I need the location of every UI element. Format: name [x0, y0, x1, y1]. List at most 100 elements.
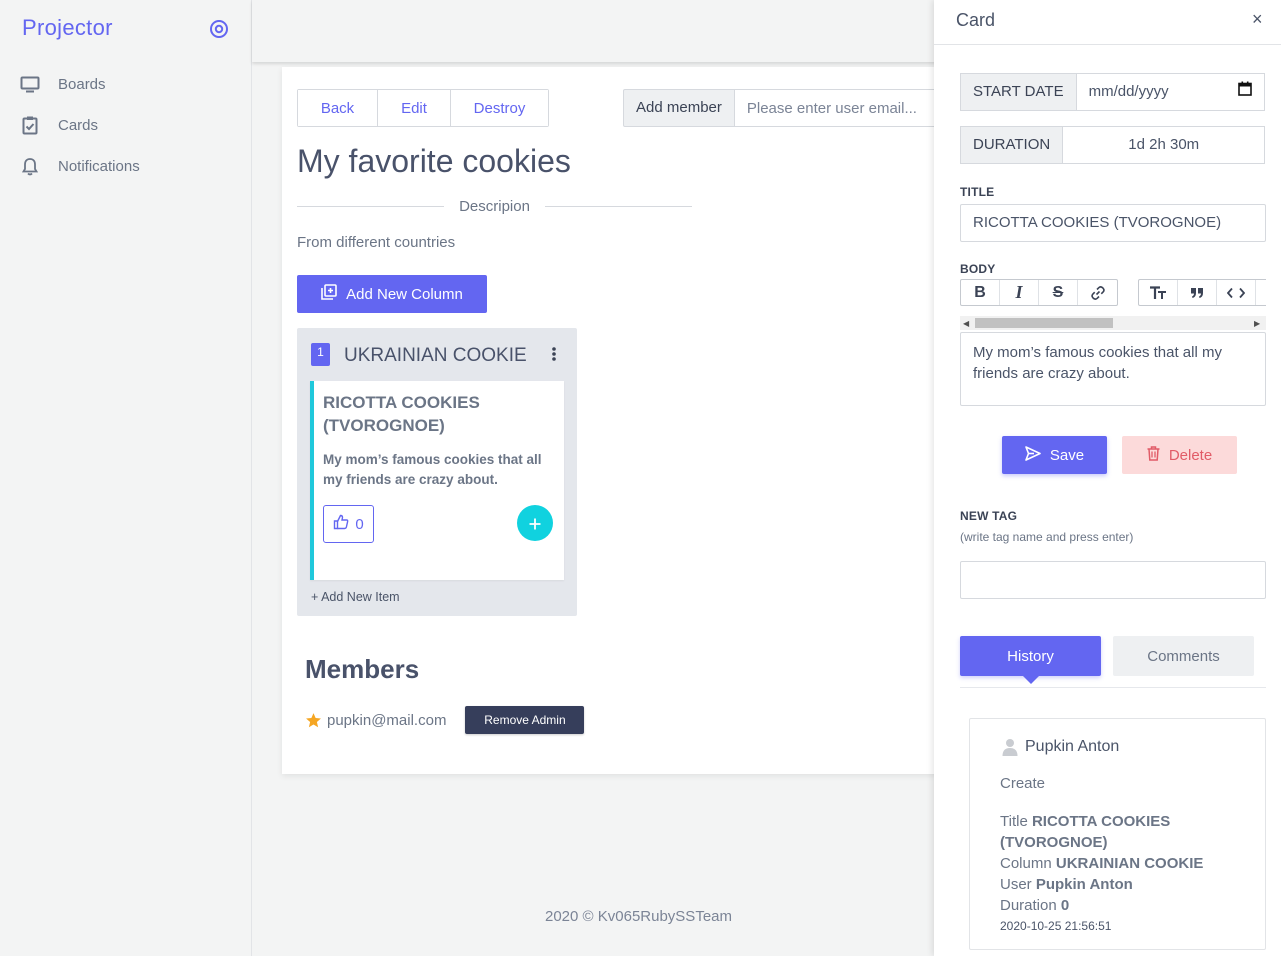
divider-line [544, 205, 692, 207]
members-heading: Members [305, 654, 420, 684]
more-icon[interactable] [1256, 280, 1266, 305]
column-number-badge: 1 [311, 343, 330, 366]
scroll-left-icon[interactable]: ◀ [963, 319, 969, 328]
title-label: TITLE [960, 185, 995, 199]
toolbar-group-block [1138, 279, 1266, 306]
remove-admin-button[interactable]: Remove Admin [465, 706, 585, 734]
history-column-line: Column UKRAINIAN COOKIE [1000, 853, 1230, 874]
new-tag-hint: (write tag name and press enter) [960, 530, 1134, 544]
history-value: 0 [1060, 897, 1070, 914]
tab-comments[interactable]: Comments [1113, 636, 1254, 676]
add-column-button[interactable]: Add New Column [297, 275, 487, 313]
tab-history[interactable]: History [960, 636, 1101, 676]
monitor-icon [20, 75, 40, 95]
board-column: 1 UKRAINIAN COOKIE RICOTTA COOKIES (TVOR… [297, 328, 577, 616]
scroll-thumb[interactable] [975, 318, 1113, 328]
delete-label: Delete [1168, 446, 1213, 464]
bold-icon[interactable]: B [961, 280, 1000, 305]
scroll-right-icon[interactable]: ▶ [1254, 319, 1260, 328]
card-title: RICOTTA COOKIES (TVOROGNOE) [323, 393, 480, 435]
member-row: pupkin@mail.com Remove Admin [305, 706, 585, 734]
sidebar-item-boards[interactable]: Boards [0, 64, 251, 105]
destroy-button[interactable]: Destroy [451, 90, 548, 126]
calendar-icon[interactable] [1237, 74, 1252, 110]
save-button[interactable]: Save [1002, 436, 1107, 474]
link-icon[interactable] [1078, 280, 1117, 305]
code-icon[interactable] [1217, 280, 1256, 305]
history-date: 2020-10-25 21:56:51 [1000, 919, 1112, 933]
history-key: Duration [1000, 897, 1057, 914]
divider-line [297, 205, 445, 207]
add-column-icon [321, 284, 337, 304]
heading-icon[interactable] [1139, 280, 1178, 305]
body-editor[interactable]: My mom’s famous cookies that all my frie… [960, 332, 1266, 406]
duration-input[interactable]: 1d 2h 30m [1063, 126, 1266, 164]
history-value: Pupkin Anton [1035, 876, 1133, 893]
footer: 2020 © Kv065RubySSTeam [545, 908, 732, 925]
toolbar-group-format: B I S [960, 279, 1118, 306]
star-icon [305, 712, 322, 729]
edit-button[interactable]: Edit [378, 90, 451, 126]
history-user-name: Pupkin Anton [1025, 738, 1120, 755]
italic-icon[interactable]: I [1000, 280, 1039, 305]
sidebar-item-cards[interactable]: Cards [0, 105, 251, 146]
sidebar: Projector Boards Cards Notifications [0, 0, 252, 956]
strikethrough-icon[interactable]: S [1039, 280, 1078, 305]
title-input[interactable]: RICOTTA COOKIES (TVOROGNOE) [960, 204, 1266, 242]
history-title-line: Title RICOTTA COOKIES (TVOROGNOE) [1000, 811, 1230, 853]
description-divider: Descripion [297, 195, 692, 217]
kebab-menu-icon[interactable] [547, 345, 561, 363]
card-item[interactable]: RICOTTA COOKIES (TVOROGNOE) My mom’s fam… [310, 381, 564, 580]
board-actions: Back Edit Destroy [297, 89, 549, 127]
card-body: My mom’s famous cookies that all my frie… [323, 452, 542, 487]
sidebar-item-label: Boards [58, 76, 106, 93]
plus-icon [529, 510, 541, 536]
history-user: Pupkin Anton [1002, 738, 1119, 756]
add-tag-button[interactable] [517, 505, 553, 541]
board-panel: Back Edit Destroy Add member My favorite… [282, 67, 982, 774]
new-tag-label: NEW TAG [960, 509, 1018, 523]
brand-logo[interactable]: Projector [22, 15, 113, 41]
close-icon[interactable]: × [1252, 9, 1263, 30]
editor-toolbar: B I S [960, 279, 1266, 306]
history-entry: Pupkin Anton Create Title RICOTTA COOKIE… [969, 718, 1266, 950]
sidebar-item-notifications[interactable]: Notifications [0, 146, 251, 187]
sidebar-item-label: Cards [58, 117, 99, 134]
panel-header: Card × [934, 0, 1281, 45]
target-icon[interactable] [209, 19, 229, 39]
start-date-value: mm/dd/yyyy [1088, 83, 1169, 100]
history-key: Column [1000, 855, 1052, 872]
history-details: Title RICOTTA COOKIES (TVOROGNOE) Column… [1000, 811, 1230, 916]
body-label: BODY [960, 262, 996, 276]
board-description: From different countries [297, 234, 456, 251]
delete-button[interactable]: Delete [1122, 436, 1237, 474]
history-key: Title [1000, 813, 1028, 830]
duration-field: DURATION 1d 2h 30m [960, 126, 1266, 164]
new-tag-input[interactable] [960, 561, 1266, 599]
duration-label: DURATION [960, 126, 1064, 164]
clipboard-check-icon [20, 116, 40, 136]
start-date-input[interactable]: mm/dd/yyyy [1076, 73, 1265, 111]
description-label: Descripion [459, 197, 530, 215]
user-icon [1002, 738, 1018, 756]
back-button[interactable]: Back [298, 90, 378, 126]
tabs-divider [960, 687, 1266, 688]
history-user-line: User Pupkin Anton [1000, 874, 1230, 895]
bell-icon [20, 157, 40, 177]
add-member-button[interactable]: Add member [623, 89, 735, 127]
quote-icon[interactable] [1178, 280, 1217, 305]
member-email-input[interactable] [734, 89, 965, 127]
like-count: 0 [355, 515, 364, 533]
sidebar-item-label: Notifications [58, 158, 140, 175]
save-label: Save [1049, 446, 1085, 464]
card-detail-panel: Card × START DATE mm/dd/yyyy DURATION 1d… [934, 0, 1281, 956]
history-action: Create [1000, 775, 1046, 792]
sidebar-nav: Boards Cards Notifications [0, 64, 251, 187]
history-value: UKRAINIAN COOKIE [1055, 855, 1204, 872]
board-title: My favorite cookies [297, 143, 571, 179]
add-item-link[interactable]: + Add New Item [311, 590, 400, 604]
member-email: pupkin@mail.com [327, 711, 447, 729]
panel-title: Card [956, 10, 996, 30]
like-button[interactable]: 0 [323, 505, 374, 543]
toolbar-scrollbar[interactable]: ◀ ▶ [960, 316, 1266, 330]
